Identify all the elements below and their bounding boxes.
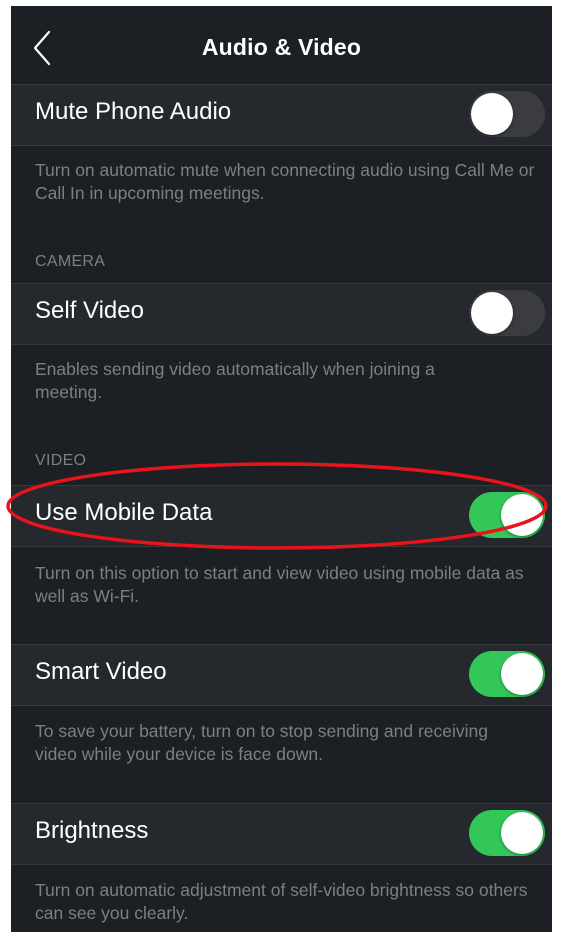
setting-label: Use Mobile Data (35, 499, 213, 526)
brightness-toggle[interactable] (469, 810, 545, 856)
setting-label: Mute Phone Audio (35, 98, 232, 125)
navigation-bar: Audio & Video (11, 6, 552, 90)
setting-description: Turn on automatic mute when connecting a… (35, 160, 535, 203)
toggle-knob (501, 494, 543, 536)
toggle-knob (501, 653, 543, 695)
setting-row-mute-phone-audio[interactable]: Mute Phone Audio (11, 84, 552, 146)
setting-label: Brightness (35, 817, 149, 844)
setting-label: Smart Video (35, 658, 167, 685)
toggle-knob (501, 812, 543, 854)
setting-description: Turn on automatic adjustment of self-vid… (35, 880, 528, 923)
setting-description: To save your battery, turn on to stop se… (35, 721, 489, 764)
setting-row-self-video[interactable]: Self Video (11, 283, 552, 345)
setting-row-brightness[interactable]: Brightness (11, 803, 552, 865)
setting-row-smart-video[interactable]: Smart Video (11, 644, 552, 706)
toggle-knob (471, 93, 513, 135)
smart-video-toggle[interactable] (469, 651, 545, 697)
page-title: Audio & Video (201, 34, 362, 60)
setting-label: Self Video (35, 297, 144, 324)
self-video-toggle[interactable] (469, 290, 545, 336)
mute-phone-audio-toggle[interactable] (469, 91, 545, 137)
section-header-video: VIDEO (35, 452, 87, 469)
settings-screen: Audio & Video Mute Phone Audio Turn on a… (11, 6, 552, 932)
toggle-knob (471, 292, 513, 334)
setting-row-use-mobile-data[interactable]: Use Mobile Data (11, 485, 552, 547)
section-header-camera: CAMERA (35, 253, 106, 270)
setting-description: Enables sending video automatically when… (35, 359, 435, 402)
setting-description: Turn on this option to start and view vi… (35, 563, 524, 606)
use-mobile-data-toggle[interactable] (469, 492, 545, 538)
